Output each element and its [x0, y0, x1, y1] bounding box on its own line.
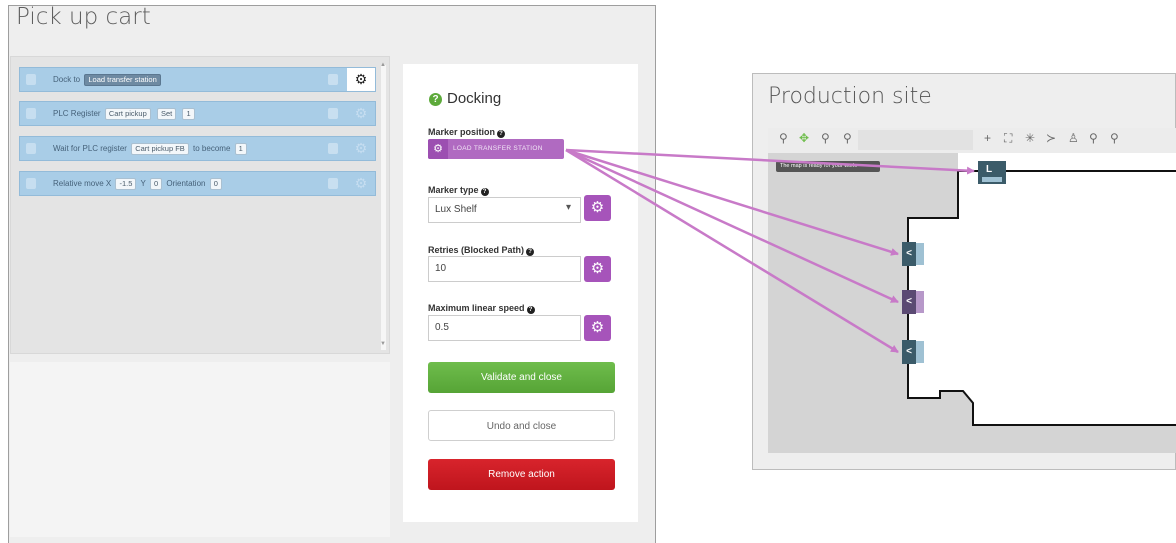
docking-title: ? Docking [429, 90, 501, 107]
retries-label: Retries (Blocked Path)? [428, 245, 535, 256]
edit-icon[interactable] [328, 74, 338, 85]
action-param-chip[interactable]: 0 [149, 178, 163, 190]
retries-input[interactable]: 10 [428, 256, 581, 282]
marker-tab [916, 243, 924, 265]
add-marker-icon[interactable]: ⚲ [821, 131, 830, 145]
action-param-chip[interactable]: Load transfer station [84, 74, 161, 86]
gear-icon[interactable]: ⚙ [347, 172, 375, 195]
drag-handle-icon[interactable] [26, 108, 36, 119]
add-marker-alt-icon[interactable]: ⚲ [843, 131, 852, 145]
drag-handle-icon[interactable] [26, 178, 36, 189]
action-param-chip[interactable]: 0 [209, 178, 222, 190]
action-label: PLC Register [53, 109, 101, 118]
marker-tab [982, 177, 1002, 182]
action-label: Orientation [166, 179, 206, 188]
path-icon[interactable]: ≻ [1046, 131, 1056, 145]
max-speed-input[interactable]: 0.5 [428, 315, 581, 341]
max-speed-label: Maximum linear speed? [428, 303, 535, 314]
action-text: Wait for PLC register Cart pickup FB to … [53, 143, 249, 155]
action-text: Relative move X -1.5 Y 0 Orientation 0 [53, 178, 224, 190]
edit-icon[interactable] [328, 108, 338, 119]
retries-label-text: Retries (Blocked Path) [428, 245, 525, 255]
validate-and-close-button[interactable]: Validate and close [428, 362, 615, 393]
gear-icon[interactable]: ⚙ [347, 68, 375, 91]
move-icon[interactable]: ✥ [799, 131, 809, 145]
map-status-message: The map is ready for your work. [776, 161, 880, 172]
drag-handle-icon[interactable] [26, 143, 36, 154]
search-icon[interactable]: ⚲ [779, 131, 788, 145]
scroll-up-icon[interactable]: ▲ [380, 62, 386, 68]
plus-icon[interactable]: + [984, 131, 991, 145]
marker-1[interactable]: < [902, 242, 916, 266]
help-icon[interactable]: ? [497, 130, 506, 138]
chevron-down-icon[interactable]: ▾ [566, 202, 571, 213]
action-label: Dock to [53, 75, 81, 84]
marker-position-value: LOAD TRANSFER STATION [453, 145, 543, 152]
marker-type-variable-button[interactable]: ⚙ [584, 195, 611, 221]
editor-lower-area [10, 362, 390, 537]
marker-tab [916, 291, 924, 313]
max-speed-variable-button[interactable]: ⚙ [584, 315, 611, 341]
zoom-out-icon[interactable]: ⚲ [1110, 131, 1119, 145]
action-row-wait-plc[interactable]: Wait for PLC register Cart pickup FB to … [19, 136, 376, 161]
marker-type-label: Marker type? [428, 185, 489, 196]
action-param-chip[interactable]: Cart pickup [104, 108, 151, 120]
gear-icon[interactable]: ⚙ [347, 137, 375, 160]
action-text: PLC Register Cart pickup Set 1 [53, 108, 197, 120]
help-icon[interactable]: ? [526, 306, 535, 314]
map-canvas[interactable] [768, 153, 1176, 453]
action-text: Dock to Load transfer station [53, 74, 163, 86]
help-icon[interactable]: ? [480, 188, 489, 196]
marker-type-label-text: Marker type [428, 185, 479, 195]
undo-and-close-button[interactable]: Undo and close [428, 410, 615, 441]
marker-glyph-icon: L [986, 164, 993, 175]
zoom-in-icon[interactable]: ⚲ [1089, 131, 1098, 145]
marker-type-select[interactable]: Lux Shelf [428, 197, 581, 223]
marker-2[interactable]: < [902, 290, 916, 314]
robot-icon[interactable]: ♙ [1068, 131, 1079, 145]
action-param-chip[interactable]: 1 [182, 108, 195, 120]
remove-action-button[interactable]: Remove action [428, 459, 615, 490]
action-label: Relative move X [53, 179, 112, 188]
edit-icon[interactable] [328, 178, 338, 189]
action-label: to become [193, 144, 231, 153]
action-row-plc-register[interactable]: PLC Register Cart pickup Set 1 ⚙ [19, 101, 376, 126]
retries-variable-button[interactable]: ⚙ [584, 256, 611, 282]
action-list: Dock to Load transfer station ⚙ PLC Regi… [10, 56, 390, 354]
action-param-chip[interactable]: Cart pickup FB [131, 143, 189, 155]
action-param-chip[interactable]: 1 [234, 143, 247, 155]
mission-title: Pick up cart [16, 4, 151, 30]
action-param-chip[interactable]: -1.5 [115, 178, 137, 190]
map-drawing [768, 153, 1176, 453]
marker-position-label: Marker position? [428, 127, 506, 138]
gear-icon[interactable]: ⚙ [347, 102, 375, 125]
map-title: Production site [768, 84, 932, 109]
star-icon[interactable]: ✳ [1025, 131, 1035, 145]
map-toolbar-field[interactable] [858, 130, 973, 150]
fit-icon[interactable]: ⛶ [1004, 131, 1012, 146]
action-row-relative-move[interactable]: Relative move X -1.5 Y 0 Orientation 0 ⚙ [19, 171, 376, 196]
marker-tab [916, 341, 924, 363]
marker-load-transfer-station[interactable]: L [978, 161, 1006, 184]
drag-handle-icon[interactable] [26, 74, 36, 85]
scroll-down-icon[interactable]: ▼ [380, 341, 386, 347]
hub-icon: ⚙ [428, 139, 448, 159]
marker-3[interactable]: < [902, 340, 916, 364]
docking-title-text: Docking [447, 90, 502, 107]
action-list-scrollbar[interactable] [381, 65, 386, 350]
max-speed-label-text: Maximum linear speed [428, 303, 525, 313]
marker-position-label-text: Marker position [428, 127, 496, 137]
action-param-chip[interactable]: Set [156, 108, 177, 120]
help-icon[interactable]: ? [429, 93, 442, 106]
edit-icon[interactable] [328, 143, 338, 154]
marker-position-button[interactable]: ⚙ LOAD TRANSFER STATION [428, 139, 564, 159]
action-label: Y [140, 179, 146, 188]
help-icon[interactable]: ? [526, 248, 535, 256]
action-row-dock[interactable]: Dock to Load transfer station ⚙ [19, 67, 376, 92]
action-label: Wait for PLC register [53, 144, 127, 153]
